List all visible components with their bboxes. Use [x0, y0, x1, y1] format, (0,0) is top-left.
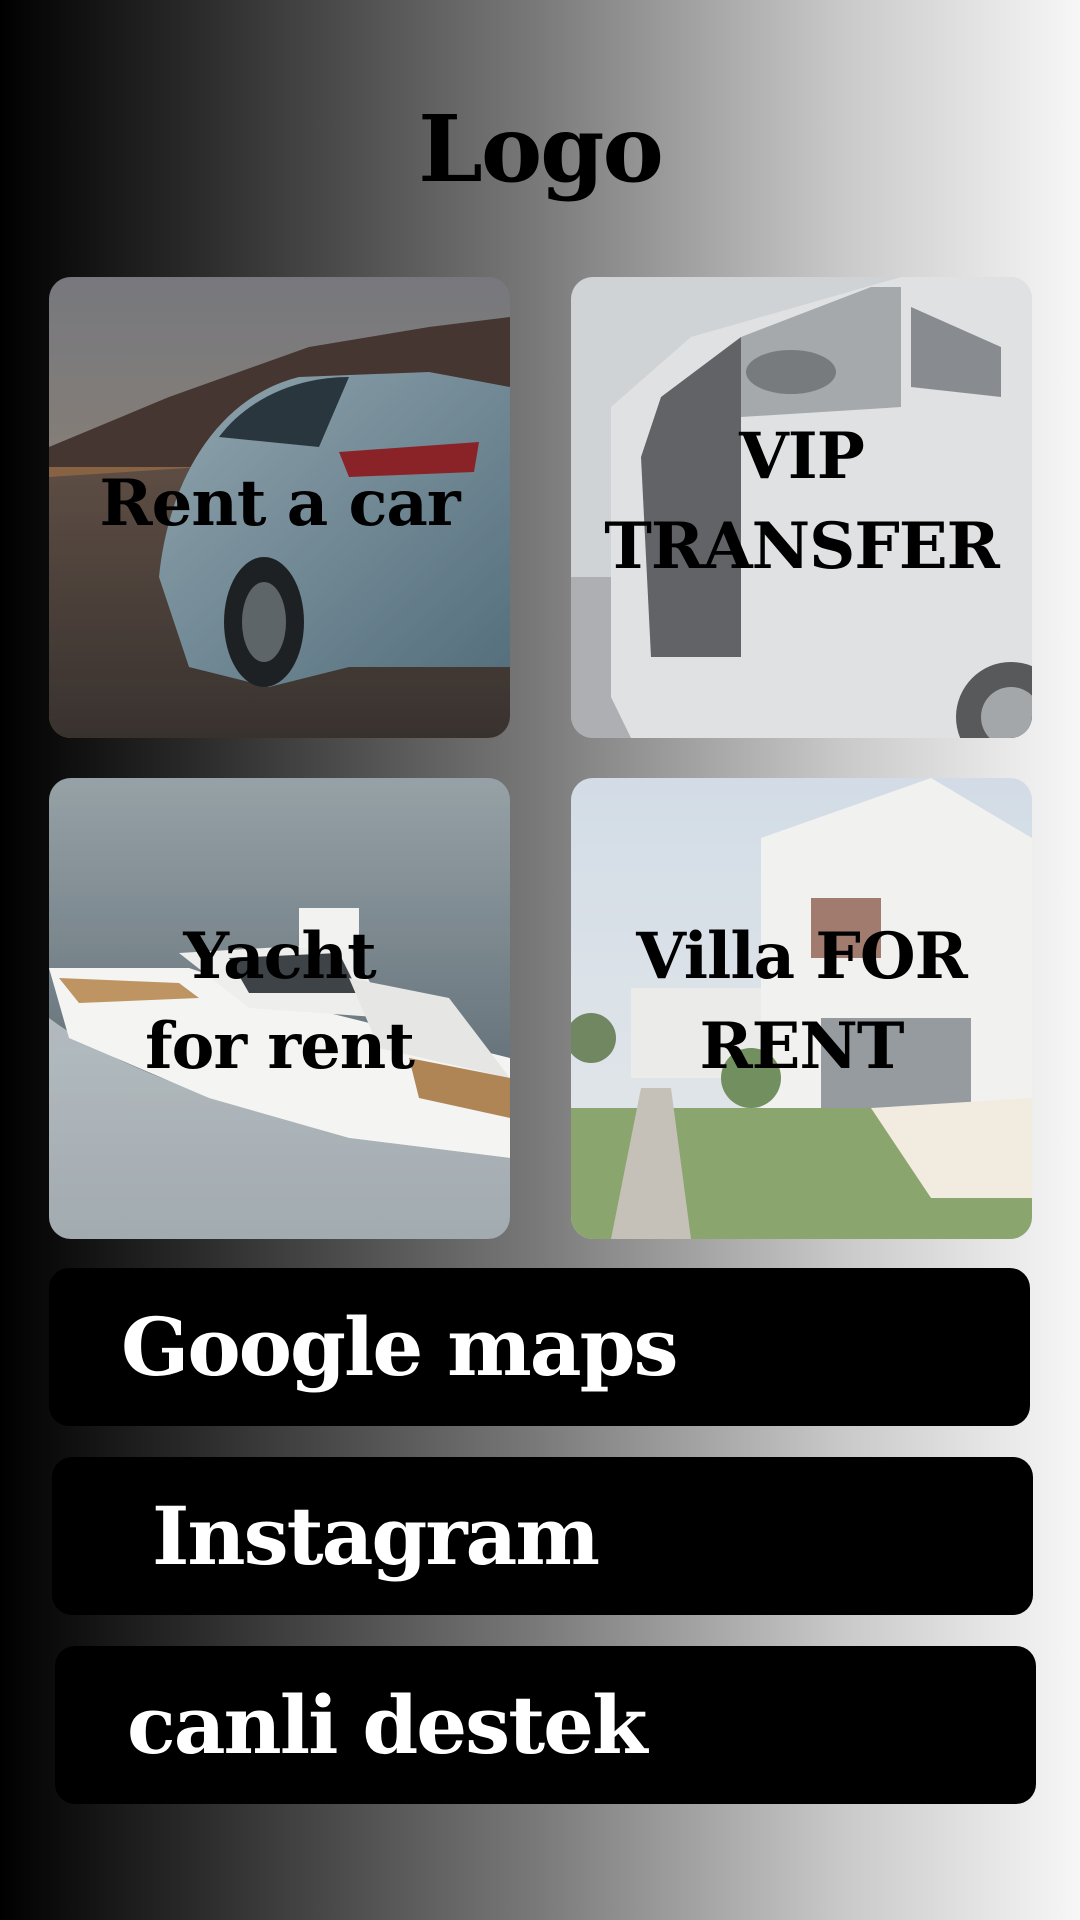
live-support-button[interactable]: canli destek: [55, 1646, 1036, 1804]
vip-transfer-label: VIP TRANSFER: [604, 419, 1000, 584]
live-support-label: canli destek: [127, 1678, 647, 1772]
yacht-tile[interactable]: Yacht for rent: [49, 778, 510, 1239]
villa-tile[interactable]: Villa FOR RENT: [571, 778, 1032, 1239]
instagram-button[interactable]: Instagram: [52, 1457, 1033, 1615]
vip-transfer-tile[interactable]: VIP TRANSFER: [571, 277, 1032, 738]
villa-label: Villa FOR RENT: [636, 919, 968, 1084]
google-maps-label: Google maps: [121, 1300, 679, 1394]
instagram-label: Instagram: [152, 1489, 600, 1583]
yacht-label: Yacht for rent: [145, 919, 415, 1084]
logo: Logo: [418, 95, 664, 203]
rent-a-car-tile[interactable]: Rent a car: [49, 277, 510, 738]
google-maps-button[interactable]: Google maps: [49, 1268, 1030, 1426]
rent-a-car-label: Rent a car: [99, 466, 460, 541]
